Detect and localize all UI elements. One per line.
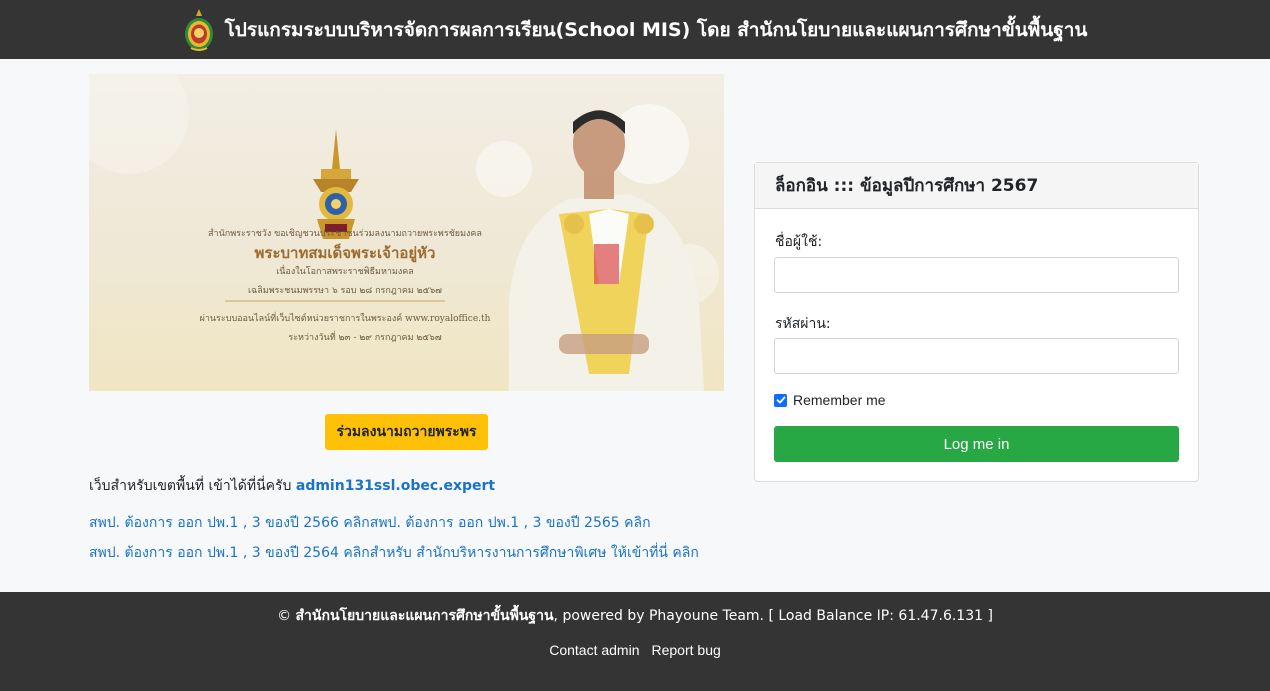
remember-me[interactable]: Remember me	[774, 392, 886, 408]
page-title: โปรแกรมระบบบริหารจัดการผลการเรียน(School…	[224, 18, 1088, 41]
banner-invite-text: สำนักพระราชวัง ขอเชิญชวนประชาชนร่วมลงนาม…	[208, 229, 482, 239]
footer-copyright: © สำนักนโยบายและแผนการศึกษาขั้นพื้นฐาน, …	[0, 605, 1270, 627]
contact-admin-link[interactable]: Contact admin	[549, 642, 639, 658]
area-office-note: เว็บสำหรับเขตพื้นที่ เข้าได้ที่นี่ครับ a…	[89, 475, 495, 497]
checkmark-icon	[776, 396, 785, 404]
report-links-row-1: สพป. ต้องการ ออก ปพ.1 , 3 ของปี 2566 คลิ…	[89, 512, 651, 534]
login-card-header: ล็อกอิน ::: ข้อมูลปีการศึกษา 2567	[755, 163, 1198, 209]
footer-org: สำนักนโยบายและแผนการศึกษาขั้นพื้นฐาน	[295, 608, 554, 624]
link-2564[interactable]: สพป. ต้องการ ออก ปพ.1 , 3 ของปี 2564 คลิ…	[89, 545, 370, 561]
link-2565[interactable]: สพป. ต้องการ ออก ปพ.1 , 3 ของปี 2565 คลิ…	[370, 515, 651, 531]
username-input[interactable]	[774, 257, 1179, 293]
area-office-link[interactable]: admin131ssl.obec.expert	[296, 478, 495, 494]
link-special-education[interactable]: สำหรับ สำนักบริหารงานการศึกษาพิเศษ ให้เข…	[370, 545, 699, 561]
login-button[interactable]: Log me in	[774, 426, 1179, 462]
username-label: ชื่อผู้ใช้:	[775, 234, 823, 250]
password-input[interactable]	[774, 338, 1179, 374]
link-2566[interactable]: สพป. ต้องการ ออก ปพ.1 , 3 ของปี 2566 คลิ…	[89, 515, 370, 531]
password-label: รหัสผ่าน:	[775, 316, 831, 332]
remember-checkbox[interactable]	[774, 393, 787, 407]
royal-banner: สำนักพระราชวัง ขอเชิญชวนประชาชนร่วมลงนาม…	[89, 74, 724, 391]
obec-seal-icon	[184, 8, 213, 51]
report-bug-link[interactable]: Report bug	[652, 642, 721, 658]
banner-period-text: ระหว่างวันที่ ๒๓ - ๒๙ กรกฎาคม ๒๕๖๗	[288, 333, 442, 343]
login-title: ล็อกอิน ::: ข้อมูลปีการศึกษา 2567	[775, 176, 1039, 196]
banner-occasion-text: เนื่องในโอกาสพระราชพิธีมหามงคล	[276, 267, 414, 277]
copyright-symbol: ©	[277, 608, 292, 624]
footer: © สำนักนโยบายและแผนการศึกษาขั้นพื้นฐาน, …	[0, 592, 1270, 691]
top-header: โปรแกรมระบบบริหารจัดการผลการเรียน(School…	[0, 0, 1270, 59]
banner-headline: พระบาทสมเด็จพระเจ้าอยู่หัว	[254, 244, 436, 262]
remember-label: Remember me	[793, 392, 886, 408]
login-card: ล็อกอิน ::: ข้อมูลปีการศึกษา 2567 ชื่อผู…	[754, 162, 1199, 482]
banner-website-text: ผ่านระบบออนไลน์ที่เว็บไซต์หน่วยราชการในพ…	[199, 314, 491, 324]
area-office-text: เว็บสำหรับเขตพื้นที่ เข้าได้ที่นี่ครับ	[89, 478, 296, 494]
sign-blessing-button[interactable]: ร่วมลงนามถวายพระพร	[325, 414, 488, 450]
royal-emblem-icon	[313, 129, 359, 239]
footer-links: Contact admin Report bug	[0, 642, 1270, 658]
footer-powered: , powered by Phayoune Team. [ Load Balan…	[553, 608, 993, 624]
report-links-row-2: สพป. ต้องการ ออก ปพ.1 , 3 ของปี 2564 คลิ…	[89, 542, 699, 564]
banner-date-text: เฉลิมพระชนมพรรษา ๖ รอบ ๒๘ กรกฎาคม ๒๕๖๗	[248, 286, 442, 296]
